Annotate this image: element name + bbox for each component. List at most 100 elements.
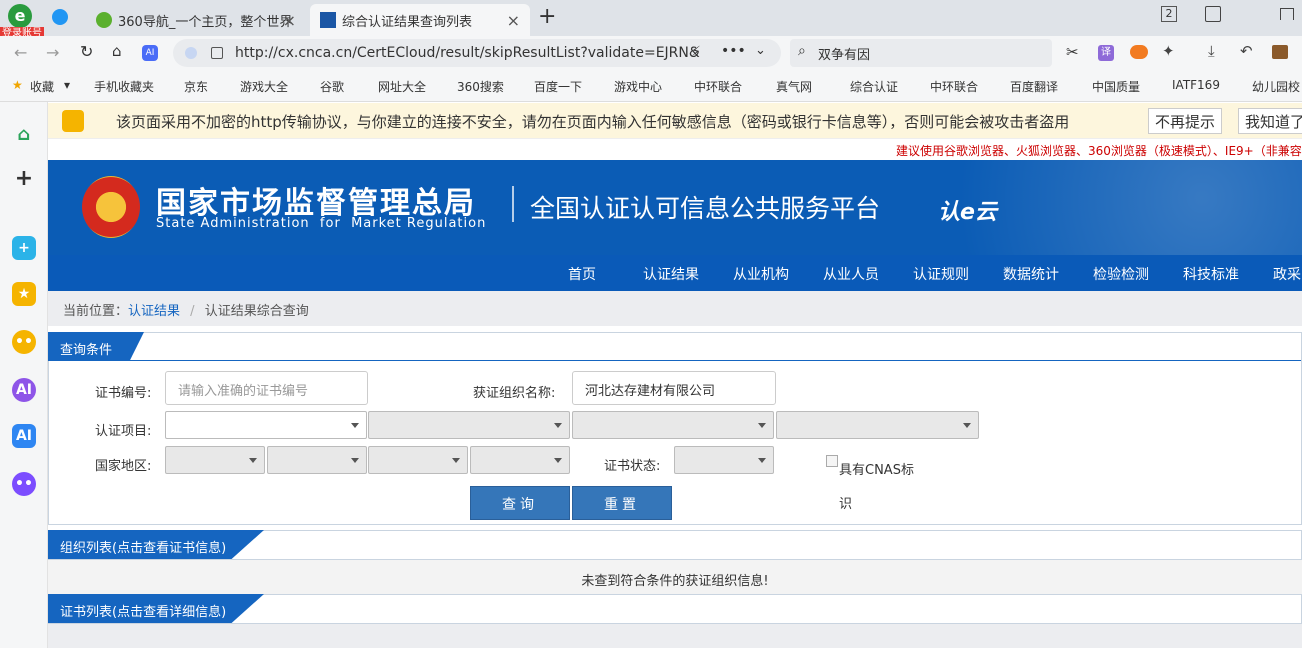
- nav-procurement[interactable]: 政采: [1273, 264, 1301, 284]
- chat-icon[interactable]: ••: [12, 330, 36, 354]
- reload-icon[interactable]: ↻: [80, 42, 93, 61]
- dont-show-again-button[interactable]: 不再提示: [1148, 108, 1223, 134]
- browser-toolbar: ← → ↻ ⌂ AI http://cx.cnca.cn/CertECloud/…: [0, 36, 1302, 70]
- breadcrumb-sep: /: [190, 304, 195, 319]
- bookmark-item[interactable]: 中环联合: [930, 78, 978, 95]
- org-name-input[interactable]: 河北达存建材有限公司: [572, 371, 776, 405]
- tab-cert-results[interactable]: 综合认证结果查询列表 ×: [310, 4, 530, 36]
- breadcrumb-link[interactable]: 认证结果: [128, 304, 180, 319]
- url-text[interactable]: http://cx.cnca.cn/CertECloud/result/skip…: [235, 45, 700, 61]
- lightning-icon[interactable]: ⚡: [691, 44, 701, 60]
- bookmark-item[interactable]: 手机收藏夹: [94, 78, 154, 95]
- bookmark-item[interactable]: 中环联合: [694, 78, 742, 95]
- browser-tab-bar: e 登录账号 360导航_一个主页，整个世界 × 综合认证结果查询列表 × + …: [0, 0, 1302, 41]
- nav-home[interactable]: 首页: [568, 264, 596, 284]
- breadcrumb-prefix: 当前位置：: [63, 304, 129, 319]
- ai-icon[interactable]: AI: [142, 45, 158, 61]
- breadcrumb: 当前位置：认证结果 / 认证结果综合查询: [48, 291, 1302, 326]
- home-icon[interactable]: ⌂: [12, 122, 36, 146]
- nav-cert-results[interactable]: 认证结果: [643, 264, 699, 284]
- new-tab-button[interactable]: +: [538, 4, 556, 29]
- org-list-header: 组织列表(点击查看证书信息): [48, 530, 1302, 560]
- bookmark-item[interactable]: 谷歌: [320, 78, 344, 95]
- search-button[interactable]: 查询: [470, 486, 570, 520]
- home-icon[interactable]: ⌂: [112, 42, 122, 60]
- project-label: 认证项目:: [95, 424, 152, 439]
- bot-icon[interactable]: ••: [12, 472, 36, 496]
- project-sub-select[interactable]: [368, 411, 570, 439]
- nav-inspection[interactable]: 检验检测: [1093, 264, 1149, 284]
- shirt-icon[interactable]: [1205, 6, 1221, 22]
- telegram-icon[interactable]: [52, 9, 68, 25]
- status-select[interactable]: [674, 446, 774, 474]
- cnas-checkbox[interactable]: [826, 455, 838, 467]
- close-icon[interactable]: ×: [283, 11, 296, 30]
- region-select[interactable]: [267, 446, 367, 474]
- undo-icon[interactable]: ↶: [1240, 42, 1253, 60]
- project-select[interactable]: [165, 411, 367, 439]
- extensions-icon[interactable]: ✦: [1162, 42, 1175, 60]
- bookmark-item[interactable]: 真气网: [776, 78, 812, 95]
- bookmark-item[interactable]: 幼儿园校: [1252, 78, 1300, 95]
- more-icon[interactable]: •••: [721, 43, 746, 59]
- forward-icon[interactable]: →: [46, 43, 59, 62]
- region-select[interactable]: [470, 446, 570, 474]
- project-sub-select[interactable]: [572, 411, 774, 439]
- breadcrumb-current: 认证结果综合查询: [204, 304, 309, 319]
- game-icon[interactable]: [1130, 45, 1148, 59]
- cnas-label: 具有CNAS标识: [839, 463, 914, 512]
- bookmark-item[interactable]: 百度一下: [534, 78, 582, 95]
- chevron-down-icon[interactable]: ▾: [64, 78, 70, 92]
- nav-personnel[interactable]: 从业人员: [823, 264, 879, 284]
- bookmark-item[interactable]: 游戏大全: [240, 78, 288, 95]
- scissors-icon[interactable]: ✂: [1066, 43, 1079, 61]
- nav-statistics[interactable]: 数据统计: [1003, 264, 1059, 284]
- tab-label: 360导航_一个主页，整个世界: [118, 14, 293, 30]
- bookmark-item[interactable]: 中国质量: [1092, 78, 1140, 95]
- renyun-logo: 认e云: [938, 200, 997, 225]
- close-icon[interactable]: ×: [507, 11, 520, 30]
- nav-institutions[interactable]: 从业机构: [733, 264, 789, 284]
- address-bar[interactable]: http://cx.cnca.cn/CertECloud/result/skip…: [173, 39, 781, 67]
- bookmark-item[interactable]: 京东: [184, 78, 208, 95]
- bookmark-item[interactable]: IATF169: [1172, 78, 1220, 92]
- bookmark-item[interactable]: 游戏中心: [614, 78, 662, 95]
- region-select[interactable]: [165, 446, 265, 474]
- chevron-down-icon[interactable]: ⌄: [755, 43, 766, 58]
- back-icon[interactable]: ←: [14, 43, 27, 62]
- ai-assistant-icon[interactable]: AI: [12, 378, 36, 402]
- tab-count-badge[interactable]: 2: [1161, 6, 1177, 22]
- bookmark-item[interactable]: 收藏: [30, 78, 54, 95]
- panel-divider: [49, 360, 1301, 361]
- nav-standards[interactable]: 科技标准: [1183, 264, 1239, 284]
- bookmark-item[interactable]: 360搜索: [457, 78, 504, 95]
- org-name-en: State Administration for Market Regulati…: [156, 216, 487, 231]
- insecure-lock-icon[interactable]: [211, 47, 223, 59]
- region-label: 国家地区:: [95, 459, 152, 474]
- region-select[interactable]: [368, 446, 468, 474]
- download-icon[interactable]: ⤓: [1208, 42, 1215, 60]
- briefcase-icon[interactable]: [1272, 45, 1288, 59]
- reset-button[interactable]: 重置: [572, 486, 672, 520]
- star-icon[interactable]: ★: [12, 282, 36, 306]
- ai-icon[interactable]: AI: [12, 424, 36, 448]
- bookmark-item[interactable]: 综合认证: [850, 78, 898, 95]
- minimize-icon[interactable]: [1280, 8, 1294, 20]
- app-icon[interactable]: +: [12, 236, 36, 260]
- tab-360[interactable]: 360导航_一个主页，整个世界 ×: [86, 4, 306, 36]
- browser-logo-icon[interactable]: e: [8, 4, 32, 28]
- project-sub-select[interactable]: [776, 411, 979, 439]
- nav-rules[interactable]: 认证规则: [913, 264, 969, 284]
- search-input[interactable]: ⌕ 双争有因: [790, 39, 1052, 67]
- add-icon[interactable]: +: [12, 166, 36, 191]
- bookmark-item[interactable]: 网址大全: [378, 78, 426, 95]
- translate-icon[interactable]: 译: [1098, 45, 1114, 61]
- got-it-button[interactable]: 我知道了: [1238, 108, 1302, 134]
- national-emblem-icon: [82, 176, 140, 238]
- bookmark-item[interactable]: 百度翻译: [1010, 78, 1058, 95]
- warning-icon: [62, 110, 84, 132]
- cert-no-input[interactable]: 请输入准确的证书编号: [165, 371, 368, 405]
- site-banner: 国家市场监督管理总局 State Administration for Mark…: [48, 160, 1302, 255]
- shield-icon: [185, 47, 197, 59]
- cert-list-header: 证书列表(点击查看详细信息): [48, 594, 1302, 624]
